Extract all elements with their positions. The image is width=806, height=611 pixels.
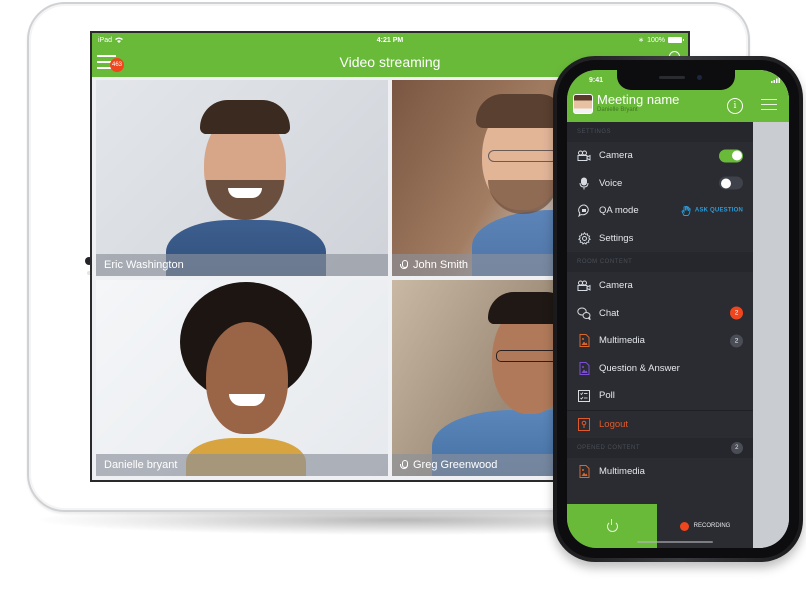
multimedia-icon xyxy=(577,334,591,348)
item-label: Multimedia xyxy=(599,335,645,347)
qa-icon xyxy=(577,361,591,375)
content-behind-drawer xyxy=(753,70,789,548)
item-label: Settings xyxy=(599,232,634,244)
item-label: Logout xyxy=(599,418,629,430)
device-mockup: iPad 4:21 PM ∗ 100% 463 Video streaming xyxy=(0,0,806,611)
section-label: SETTINGS xyxy=(577,129,612,135)
room-item-multimedia[interactable]: Multimedia 2 xyxy=(567,327,753,355)
home-indicator[interactable] xyxy=(637,541,713,543)
phone-notch xyxy=(617,70,735,90)
participant-caption: Danielle bryant xyxy=(96,454,388,476)
camera-icon xyxy=(577,279,591,293)
wifi-icon xyxy=(783,77,789,83)
section-label: OPENED CONTENT xyxy=(577,445,641,451)
item-label: QA mode xyxy=(599,205,639,217)
chat-count-badge: 2 xyxy=(730,306,743,320)
video-tile[interactable]: Danielle bryant xyxy=(96,280,388,476)
power-icon xyxy=(606,518,618,532)
section-opened-content: OPENED CONTENT 2 xyxy=(567,438,753,458)
participant-caption: Eric Washington xyxy=(96,254,388,276)
participant-name: Eric Washington xyxy=(104,259,184,271)
item-label: Multimedia xyxy=(599,466,645,478)
navigation-drawer: 9:41 Meeting name Danielle Bryant i SETT… xyxy=(567,70,789,548)
participant-name: Greg Greenwood xyxy=(413,459,498,471)
settings-item-camera[interactable]: Camera xyxy=(567,142,753,170)
ask-question-label: ASK QUESTION xyxy=(694,207,743,214)
menu-button[interactable] xyxy=(761,99,777,111)
tablet-status-bar: iPad 4:21 PM ∗ 100% xyxy=(92,33,688,47)
item-label: Voice xyxy=(599,177,623,189)
multimedia-icon xyxy=(577,465,591,479)
item-label: Poll xyxy=(599,390,615,402)
voice-toggle[interactable] xyxy=(719,176,743,190)
item-label: Question & Answer xyxy=(599,362,680,374)
room-item-camera[interactable]: Camera xyxy=(567,272,753,300)
room-item-poll[interactable]: Poll xyxy=(567,382,753,410)
video-tile[interactable]: Eric Washington xyxy=(96,80,388,276)
avatar xyxy=(573,94,593,114)
phone-screen: 9:41 Meeting name Danielle Bryant i SETT… xyxy=(567,70,789,548)
opened-content-count: 2 xyxy=(731,442,743,454)
info-icon: i xyxy=(733,101,737,111)
raised-hand-icon xyxy=(681,205,691,216)
status-time: 4:21 PM xyxy=(376,36,404,44)
settings-item-qa-mode[interactable]: QA mode ASK QUESTION xyxy=(567,197,753,225)
camera-icon xyxy=(577,149,591,163)
logout-button[interactable]: Logout xyxy=(567,411,753,439)
microphone-icon xyxy=(400,460,408,470)
settings-item-settings[interactable]: Settings xyxy=(567,225,753,253)
item-label: Camera xyxy=(599,150,633,162)
poll-icon xyxy=(577,389,591,403)
section-settings: SETTINGS xyxy=(567,122,753,142)
multimedia-count-badge: 2 xyxy=(730,334,743,348)
camera-toggle[interactable] xyxy=(719,149,743,163)
record-dot-icon xyxy=(679,521,689,531)
drawer-menu: SETTINGS Camera Voice QA mode ASK QUESTI… xyxy=(567,122,753,486)
section-label: ROOM CONTENT xyxy=(577,259,633,265)
section-room-content: ROOM CONTENT xyxy=(567,252,753,272)
settings-item-voice[interactable]: Voice xyxy=(567,170,753,198)
chat-bubble-icon xyxy=(577,204,591,218)
room-item-chat[interactable]: Chat 2 xyxy=(567,300,753,328)
participant-name: Danielle bryant xyxy=(104,459,178,471)
info-button[interactable]: i xyxy=(727,98,743,114)
microphone-icon xyxy=(577,176,591,190)
meeting-name: Meeting name xyxy=(597,92,680,107)
status-time: 9:41 xyxy=(589,77,604,84)
user-name: Danielle Bryant xyxy=(597,107,638,113)
participant-name: John Smith xyxy=(413,259,469,271)
recording-label: RECORDING xyxy=(693,523,731,529)
signal-icon xyxy=(771,77,780,83)
item-label: Camera xyxy=(599,280,633,292)
status-icons xyxy=(771,77,789,83)
opened-item-multimedia[interactable]: Multimedia xyxy=(567,458,753,486)
microphone-icon xyxy=(400,260,408,270)
ask-question-button[interactable]: ASK QUESTION xyxy=(681,205,743,216)
battery-icon xyxy=(668,37,684,43)
hamburger-icon xyxy=(761,99,777,101)
phone-frame: 9:41 Meeting name Danielle Bryant i SETT… xyxy=(553,56,803,562)
logout-icon xyxy=(577,417,591,431)
item-label: Chat xyxy=(599,307,620,319)
gear-icon xyxy=(577,231,591,245)
chat-icon xyxy=(577,306,591,320)
room-item-question-answer[interactable]: Question & Answer xyxy=(567,355,753,383)
